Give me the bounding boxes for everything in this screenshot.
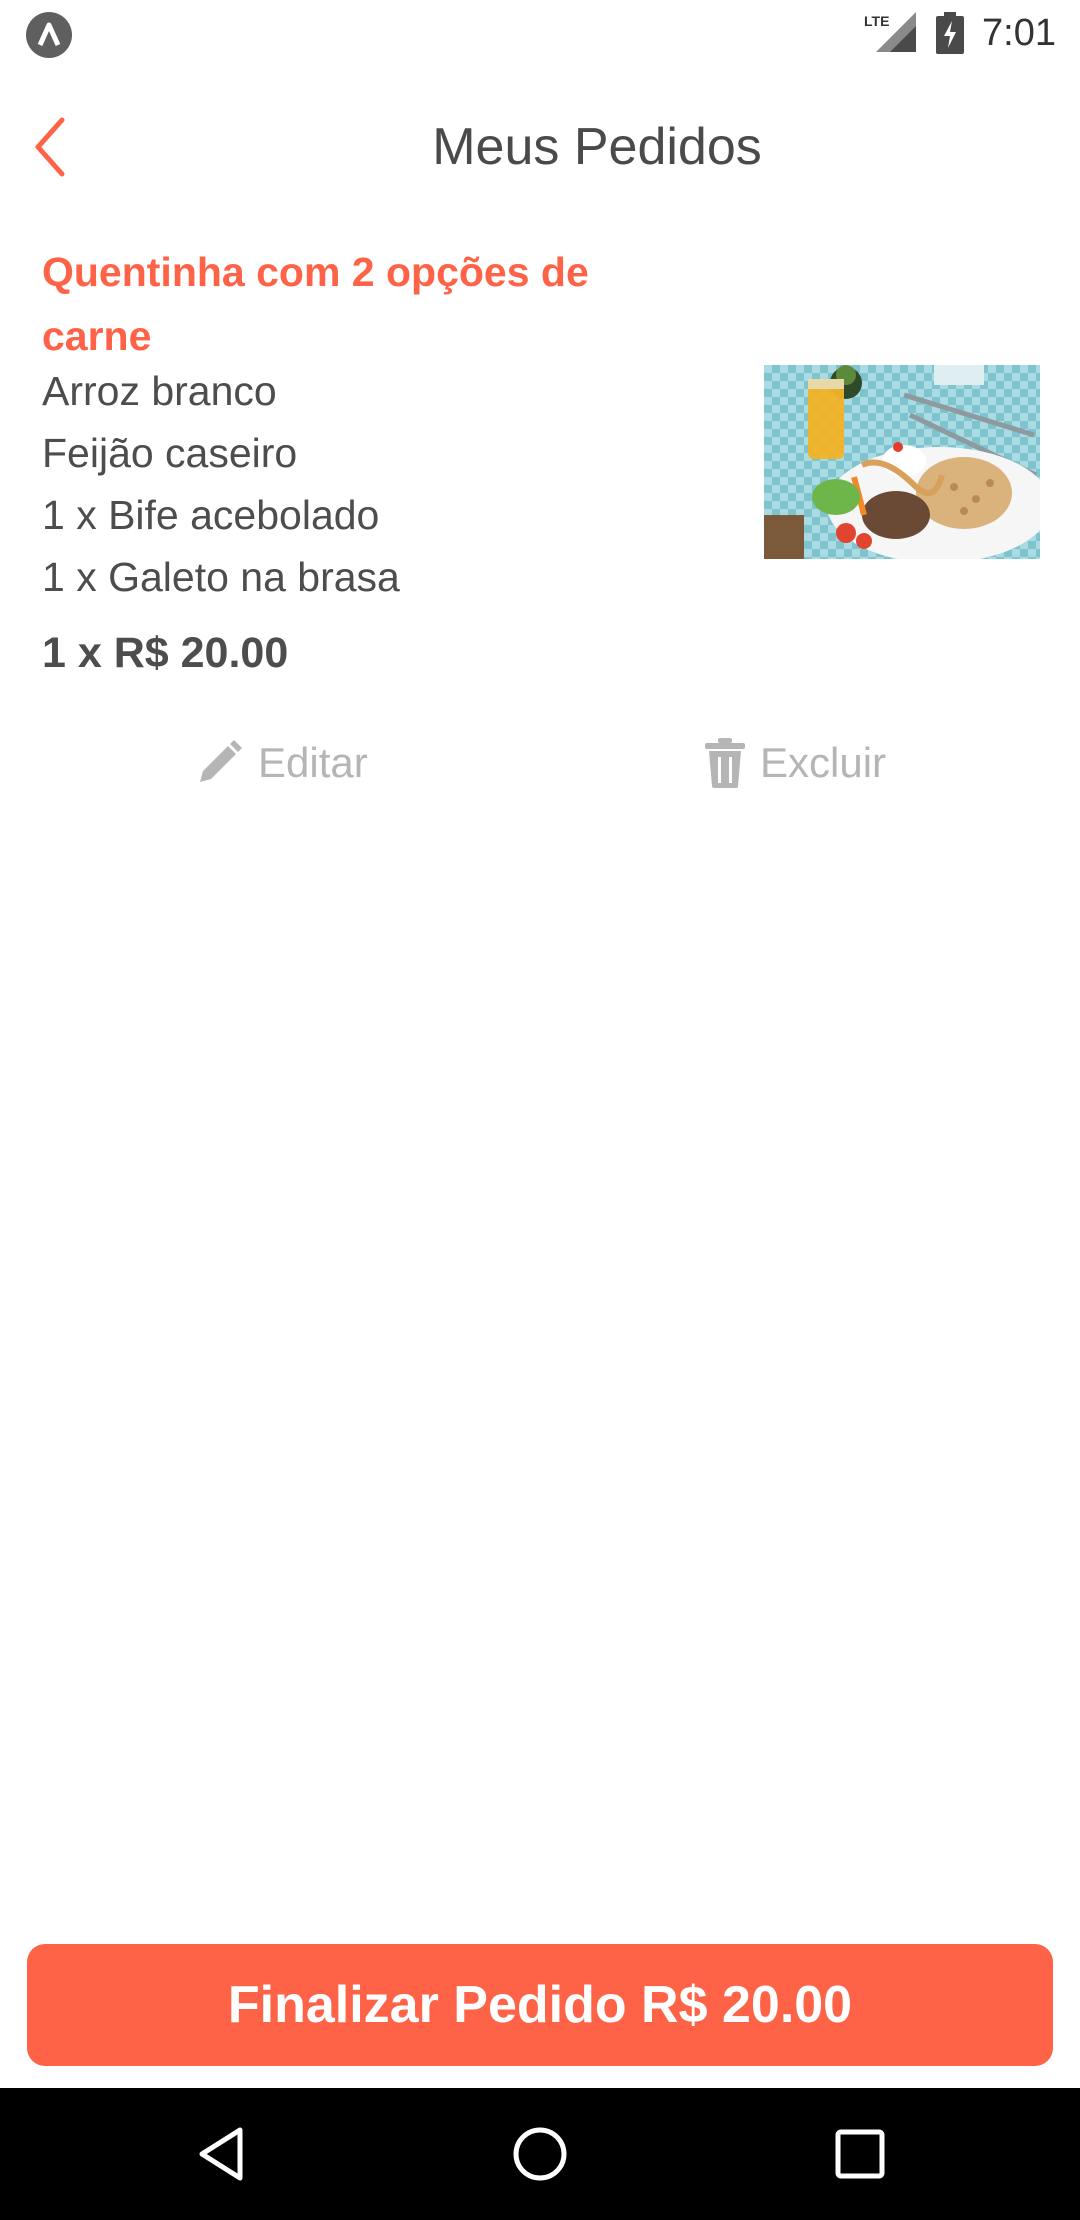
screen: LTE 7:01 Meus Pedidos Quentinha com 2 op…: [0, 0, 1080, 2220]
checkout-button[interactable]: Finalizar Pedido R$ 20.00: [27, 1944, 1053, 2066]
lte-signal-icon: LTE: [864, 12, 916, 56]
item-option: 1 x Galeto na brasa: [42, 554, 400, 600]
triangle-back-icon: [199, 2127, 243, 2181]
item-option: 1 x Bife acebolado: [42, 492, 380, 538]
nav-recents-button[interactable]: [824, 2118, 896, 2190]
nav-back-button[interactable]: [186, 2118, 258, 2190]
edit-button[interactable]: Editar: [194, 730, 368, 796]
order-item: Quentinha com 2 opções de carne Arroz br…: [0, 230, 1080, 810]
nav-home-button[interactable]: [504, 2118, 576, 2190]
square-recents-icon: [835, 2129, 885, 2179]
app-notification-icon: [26, 12, 72, 58]
delete-label: Excluir: [760, 739, 887, 786]
battery-charging-icon: [936, 12, 964, 54]
svg-text:LTE: LTE: [864, 13, 889, 29]
item-option: Feijão caseiro: [42, 430, 298, 476]
trash-icon: [705, 738, 745, 788]
status-time: 7:01: [982, 12, 1056, 54]
system-nav-bar: [0, 2088, 1080, 2220]
item-photo: [764, 365, 1040, 559]
edit-label: Editar: [258, 739, 368, 786]
page-title: Meus Pedidos: [432, 118, 762, 176]
pencil-icon: [200, 740, 242, 782]
status-bar: LTE 7:01: [0, 0, 1080, 66]
item-price: 1 x R$ 20.00: [42, 629, 289, 677]
delete-button[interactable]: Excluir: [704, 730, 886, 796]
circle-home-icon: [513, 2127, 567, 2181]
item-name: Quentinha com 2 opções de carne: [42, 249, 589, 359]
item-option: Arroz branco: [42, 368, 277, 414]
